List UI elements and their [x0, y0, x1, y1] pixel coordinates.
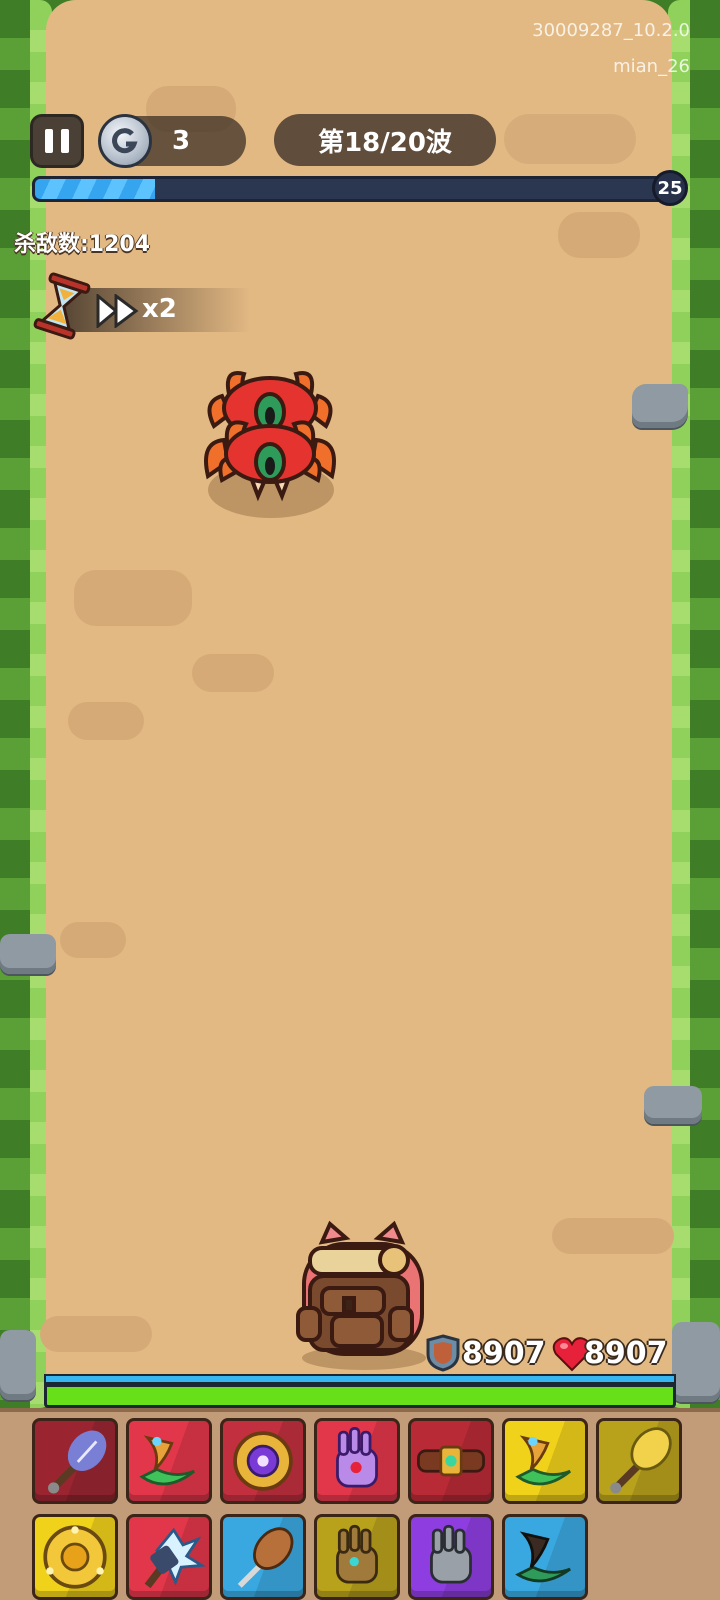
purple-glove-icon [336, 1427, 378, 1488]
inventory-slot[interactable] [502, 1418, 588, 1504]
enemy-spider [204, 371, 336, 502]
inventory-slot[interactable] [32, 1418, 118, 1504]
hud-empty-slot [504, 114, 636, 164]
dirt-patch [68, 702, 144, 740]
coin-icon [98, 114, 152, 168]
rock [644, 1086, 702, 1124]
shield-bar [44, 1374, 676, 1384]
coin-count: 3 [172, 126, 191, 156]
experience-bar [32, 176, 668, 202]
gold-feather-club-icon [610, 1427, 672, 1494]
inventory-slot[interactable] [408, 1514, 494, 1600]
shield-value: 8907 [462, 1336, 546, 1371]
shield-icon [426, 1334, 460, 1372]
experience-fill [35, 179, 155, 199]
dirt-patch [558, 212, 640, 258]
inventory-slot[interactable] [32, 1514, 118, 1600]
feather-mace-icon [48, 1430, 107, 1494]
dirt-patch [552, 1218, 674, 1254]
rock [0, 1330, 36, 1400]
brown-feather-club-icon [237, 1527, 294, 1588]
inventory-slot[interactable] [314, 1418, 400, 1504]
gray-glove-icon [430, 1524, 472, 1584]
speed-multiplier: x2 [142, 294, 177, 324]
hero-stats: 8907 8907 [426, 1332, 676, 1376]
inventory-slot[interactable] [220, 1418, 306, 1504]
rock [632, 384, 688, 428]
inventory-slot[interactable] [596, 1418, 682, 1504]
hp-value: 8907 [584, 1336, 668, 1371]
green-dagger-icon [515, 1435, 571, 1486]
battlefield: 8907 8907 [0, 0, 720, 1408]
dirt-patch [60, 922, 126, 958]
dirt-patch [40, 1316, 152, 1352]
build-watermark: 30009287_10.2.0 [532, 20, 690, 41]
pause-button[interactable] [30, 114, 84, 168]
hp-bar [44, 1384, 676, 1408]
fast-forward-icon[interactable] [96, 294, 140, 328]
inventory-slot[interactable] [502, 1514, 588, 1600]
coin-counter: 3 [98, 114, 246, 168]
dirt-patch [74, 570, 192, 626]
dirt-patch [192, 654, 274, 692]
hero-backpacker [296, 1220, 426, 1370]
inventory-slot[interactable] [314, 1514, 400, 1600]
spiked-ring-icon [233, 1431, 293, 1491]
jeweled-belt-icon [417, 1445, 485, 1477]
rock [0, 934, 56, 974]
wave-indicator: 第18/20波 [274, 114, 496, 166]
green-dagger-icon [139, 1435, 195, 1486]
inventory-slot[interactable] [126, 1418, 212, 1504]
level-badge: 25 [652, 170, 688, 206]
inventory-slot[interactable] [126, 1514, 212, 1600]
rock [672, 1322, 720, 1402]
inventory-slot[interactable] [408, 1418, 494, 1504]
kill-count: 杀敌数:1204 [14, 232, 151, 257]
user-watermark: mian_26 [613, 56, 690, 77]
ice-spiked-hammer-icon [144, 1527, 206, 1589]
inventory-slot[interactable] [220, 1514, 306, 1600]
pause-icon [45, 129, 53, 153]
leather-glove-icon [336, 1524, 378, 1584]
dark-dagger-icon [515, 1531, 571, 1583]
gold-shield-icon [43, 1525, 107, 1589]
